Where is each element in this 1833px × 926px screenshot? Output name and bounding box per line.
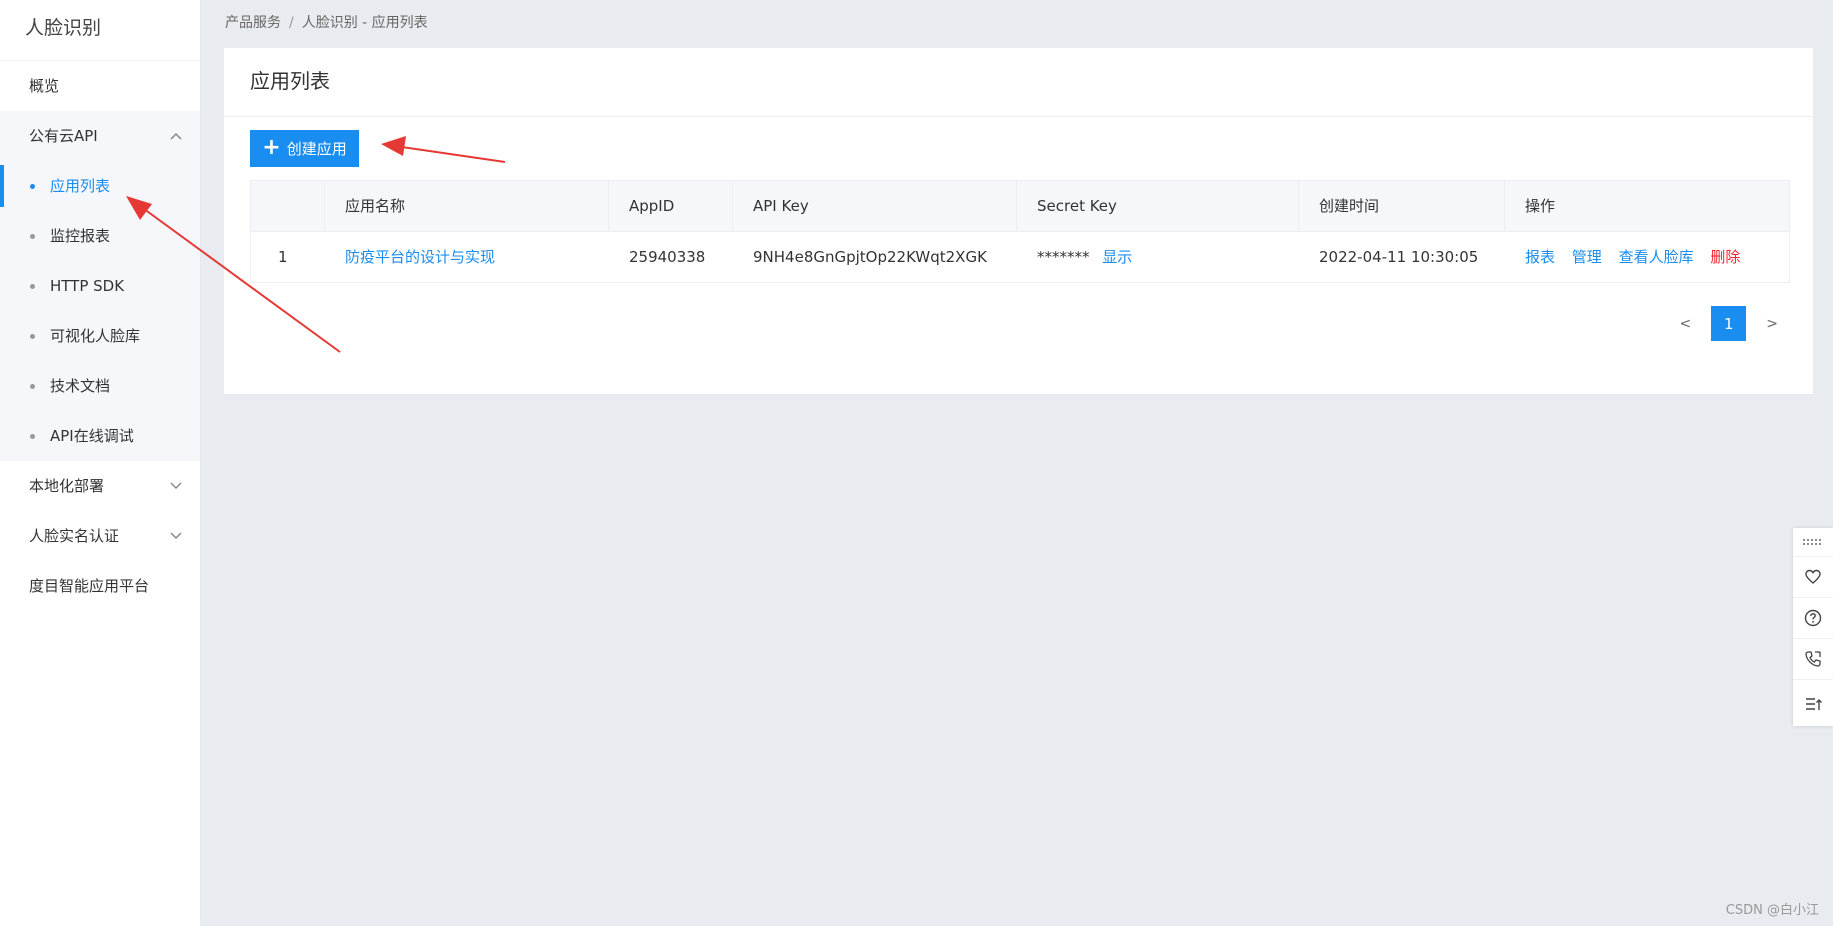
dot-icon [30, 384, 35, 389]
secret-key-masked: ******* [1037, 248, 1090, 266]
drag-handle-icon[interactable] [1793, 528, 1833, 557]
dot-icon [30, 284, 35, 289]
sidebar-item-label: 应用列表 [50, 177, 111, 195]
column-header-actions: 操作 [1525, 197, 1556, 215]
sidebar-item-label: API在线调试 [50, 427, 134, 445]
breadcrumb: 产品服务 / 人脸识别 - 应用列表 [225, 12, 428, 32]
create-app-button[interactable]: + 创建应用 [250, 130, 359, 167]
sidebar-item-overview[interactable]: 概览 [0, 61, 200, 111]
sidebar-item-realname[interactable]: 人脸实名认证 [0, 511, 200, 561]
sidebar-item-label: 本地化部署 [29, 477, 105, 495]
column-header-appid: AppID [609, 181, 733, 231]
column-header-secret-key: Secret Key [1017, 181, 1299, 231]
phone-icon[interactable] [1793, 639, 1833, 680]
app-name-link[interactable]: 防疫平台的设计与实现 [325, 232, 609, 282]
table-header: 应用名称 AppID API Key Secret Key 创建时间 操作 [251, 181, 1789, 232]
sidebar-item-monitor-report[interactable]: 监控报表 [0, 211, 200, 261]
sidebar-item-label: 公有云API [29, 127, 98, 145]
sidebar-title: 人脸识别 [0, 0, 200, 61]
sidebar-item-label: HTTP SDK [50, 277, 125, 295]
chevron-up-icon [166, 111, 186, 161]
row-index: 1 [278, 248, 288, 266]
api-key: 9NH4e8GnGpjtOp22KWqt2XGK [753, 248, 987, 266]
sidebar-item-label: 技术文档 [50, 377, 111, 395]
breadcrumb-separator: / [289, 15, 294, 31]
app-list-card: 应用列表 + 创建应用 应用名称 AppID API Key Secret Ke… [224, 48, 1813, 394]
created-time: 2022-04-11 10:30:05 [1319, 248, 1479, 266]
app-id: 25940338 [629, 248, 706, 266]
favorite-heart-icon[interactable] [1793, 557, 1833, 598]
pagination-prev[interactable]: < [1680, 316, 1692, 332]
sidebar-item-label: 可视化人脸库 [50, 327, 141, 345]
page-title: 应用列表 [224, 48, 1813, 117]
dot-icon [30, 234, 35, 239]
back-to-top-icon[interactable] [1793, 680, 1833, 728]
pagination-next[interactable]: > [1766, 316, 1778, 332]
app-table: 应用名称 AppID API Key Secret Key 创建时间 操作 1 … [250, 180, 1790, 283]
column-header-index [251, 181, 325, 231]
dot-icon [30, 434, 35, 439]
dot-icon [30, 184, 35, 189]
sidebar: 人脸识别 概览 公有云API 应用列表 监控报表 HTTP SDK 可视化人脸库… [0, 0, 201, 926]
table-row: 1 防疫平台的设计与实现 25940338 9NH4e8GnGpjtOp22KW… [251, 232, 1789, 282]
sidebar-item-http-sdk[interactable]: HTTP SDK [0, 261, 200, 311]
column-header-api-key: API Key [733, 181, 1017, 231]
sidebar-item-local-deploy[interactable]: 本地化部署 [0, 461, 200, 511]
sidebar-item-public-api[interactable]: 公有云API [0, 111, 200, 161]
create-app-label: 创建应用 [286, 140, 347, 158]
row-actions: 报表 管理 查看人脸库 删除 [1505, 232, 1789, 282]
sidebar-item-face-library[interactable]: 可视化人脸库 [0, 311, 200, 361]
sidebar-item-platform[interactable]: 度目智能应用平台 [0, 561, 200, 611]
sidebar-item-tech-docs[interactable]: 技术文档 [0, 361, 200, 411]
show-secret-link[interactable]: 显示 [1102, 248, 1132, 266]
pagination: < 1 > [1680, 306, 1778, 341]
column-header-created: 创建时间 [1299, 181, 1505, 231]
view-face-library-link[interactable]: 查看人脸库 [1619, 248, 1694, 266]
chevron-down-icon [166, 511, 186, 561]
sidebar-item-app-list[interactable]: 应用列表 [0, 161, 200, 211]
breadcrumb-product-services[interactable]: 产品服务 [225, 15, 281, 31]
sidebar-item-api-debug[interactable]: API在线调试 [0, 411, 200, 461]
delete-link[interactable]: 删除 [1710, 248, 1740, 266]
help-question-icon[interactable] [1793, 598, 1833, 639]
manage-link[interactable]: 管理 [1572, 248, 1602, 266]
sidebar-group-public-api: 公有云API 应用列表 监控报表 HTTP SDK 可视化人脸库 技术文档 AP… [0, 111, 200, 461]
floating-toolbar [1793, 528, 1833, 726]
column-header-name: 应用名称 [325, 181, 609, 231]
report-link[interactable]: 报表 [1525, 248, 1555, 266]
plus-icon: + [262, 134, 281, 160]
sidebar-item-label: 人脸实名认证 [29, 527, 120, 545]
breadcrumb-current: 人脸识别 - 应用列表 [301, 15, 428, 31]
chevron-down-icon [166, 461, 186, 511]
watermark: CSDN @白小江 [1725, 903, 1819, 918]
secret-key-cell: ******* 显示 [1017, 232, 1299, 282]
pagination-page-current[interactable]: 1 [1711, 306, 1747, 341]
sidebar-item-label: 监控报表 [50, 227, 111, 245]
dot-icon [30, 334, 35, 339]
